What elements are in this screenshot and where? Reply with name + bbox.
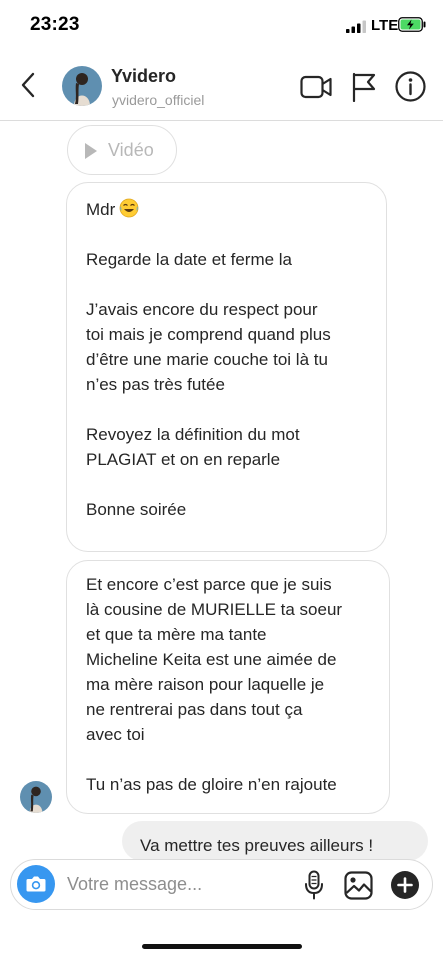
sender-avatar[interactable] bbox=[20, 781, 52, 813]
home-indicator[interactable] bbox=[142, 944, 302, 949]
chat-header: Yvidero yvidero_officiel bbox=[0, 52, 443, 121]
chevron-left-icon[interactable] bbox=[16, 70, 42, 100]
message-composer: Votre message... bbox=[10, 859, 433, 910]
status-time: 23:23 bbox=[30, 14, 80, 35]
video-attachment[interactable]: Vidéo bbox=[67, 125, 177, 175]
play-icon bbox=[85, 143, 97, 159]
message-paragraph: Bonne soirée bbox=[86, 500, 187, 519]
status-bar: 23:23 LTE bbox=[0, 0, 443, 52]
face-with-tears-of-joy-icon bbox=[119, 198, 139, 218]
video-attachment-label: Vidéo bbox=[108, 140, 154, 160]
signal-icon bbox=[346, 20, 366, 33]
info-icon[interactable] bbox=[395, 71, 426, 102]
camera-icon bbox=[26, 876, 46, 892]
message-paragraph: Revoyez la définition du mot PLAGIAT et … bbox=[86, 425, 300, 469]
sent-message-text: Va mettre tes preuves ailleurs ! bbox=[140, 836, 374, 855]
gallery-icon[interactable] bbox=[344, 871, 373, 900]
message-paragraph: J’avais encore du respect pour toi mais … bbox=[86, 300, 331, 394]
message-paragraph: Et encore c’est parce que je suis là cou… bbox=[86, 575, 343, 744]
contact-name[interactable]: Yvidero bbox=[111, 66, 176, 87]
camera-button[interactable] bbox=[17, 865, 55, 903]
sent-message[interactable]: Va mettre tes preuves ailleurs ! bbox=[122, 821, 428, 861]
message-paragraph: Mdr bbox=[86, 197, 368, 222]
network-type: LTE bbox=[371, 17, 399, 34]
message-input[interactable]: Votre message... bbox=[67, 874, 202, 895]
contact-username[interactable]: yvidero_officiel bbox=[112, 92, 204, 108]
plus-icon[interactable] bbox=[391, 871, 419, 899]
message-paragraph: Tu n’as pas de gloire n’en rajoute bbox=[86, 775, 337, 794]
microphone-icon[interactable] bbox=[303, 870, 325, 900]
received-message[interactable]: Et encore c’est parce que je suis là cou… bbox=[66, 560, 390, 814]
avatar[interactable] bbox=[62, 66, 102, 106]
message-paragraph: Regarde la date et ferme la bbox=[86, 250, 293, 269]
battery-icon bbox=[398, 17, 426, 32]
received-message[interactable]: Mdr Regarde la date et ferme la J’avais … bbox=[66, 182, 387, 552]
flag-icon[interactable] bbox=[351, 72, 377, 102]
video-call-icon[interactable] bbox=[300, 74, 332, 100]
